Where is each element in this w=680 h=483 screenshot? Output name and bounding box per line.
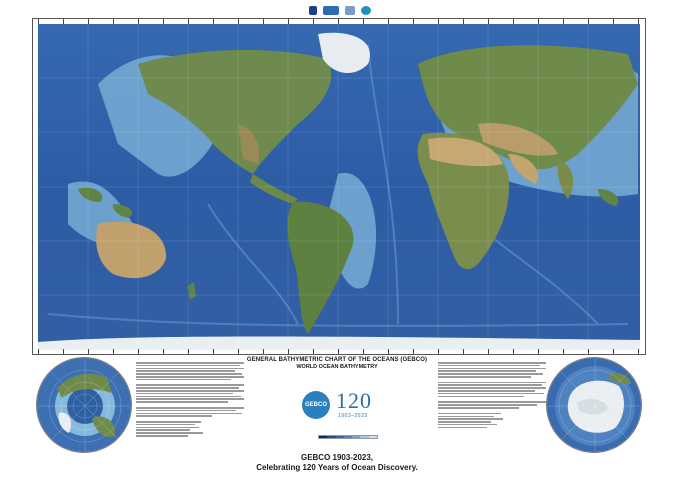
- frame-tick: [438, 349, 439, 354]
- sub-title: WORLD OCEAN BATHYMETRY: [296, 364, 378, 370]
- world-map-sheet: [32, 18, 646, 355]
- antarctic-map-svg: [547, 358, 641, 452]
- frame-tick: [238, 349, 239, 354]
- frame-tick: [413, 349, 414, 354]
- map-frame-ticks-bottom: [38, 349, 640, 354]
- frame-tick: [313, 349, 314, 354]
- frame-tick: [538, 349, 539, 354]
- gebco-logo-icon: GEBCO: [302, 391, 330, 419]
- frame-tick: [138, 349, 139, 354]
- world-map-svg: [38, 24, 640, 350]
- frame-tick: [263, 349, 264, 354]
- main-title: GENERAL BATHYMETRIC CHART OF THE OCEANS …: [246, 357, 428, 363]
- frame-tick: [563, 349, 564, 354]
- anniversary-line-1: GEBCO 1903-2023,: [300, 453, 374, 462]
- frame-tick: [588, 349, 589, 354]
- anniversary-number: 120: [336, 388, 372, 413]
- gebco-seabed-logo: [361, 5, 371, 15]
- frame-tick: [113, 349, 114, 354]
- frame-tick: [213, 349, 214, 354]
- depth-color-legend: [318, 435, 378, 439]
- antarctic-polar-inset[interactable]: [546, 357, 642, 453]
- frame-tick: [638, 349, 639, 354]
- frame-tick: [88, 349, 89, 354]
- world-bathymetry-map[interactable]: [38, 24, 640, 350]
- frame-tick: [613, 349, 614, 354]
- description-text-column: [136, 361, 244, 438]
- arctic-polar-inset[interactable]: [36, 357, 132, 453]
- frame-tick: [163, 349, 164, 354]
- anniversary-years: 1903–2023: [338, 413, 368, 419]
- frame-tick: [488, 349, 489, 354]
- sponsor-logos: [0, 3, 680, 17]
- iho-logo: [309, 5, 317, 15]
- frame-tick: [63, 349, 64, 354]
- frame-tick: [513, 349, 514, 354]
- gebco-120-emblem: GEBCO 120 1903–2023: [302, 388, 392, 423]
- ioc-unesco-logo: [323, 5, 339, 15]
- anniversary-line-2: Celebrating 120 Years of Ocean Discovery…: [256, 463, 418, 472]
- frame-tick: [188, 349, 189, 354]
- frame-tick: [463, 349, 464, 354]
- frame-tick: [363, 349, 364, 354]
- frame-tick: [388, 349, 389, 354]
- lower-panel: GENERAL BATHYMETRIC CHART OF THE OCEANS …: [32, 357, 646, 481]
- frame-tick: [338, 349, 339, 354]
- anniversary-subtitle: GEBCO 1903-2023, Celebrating 120 Years o…: [232, 453, 442, 472]
- notes-text-column: [438, 361, 546, 429]
- frame-tick: [288, 349, 289, 354]
- nippon-foundation-logo: [345, 5, 355, 15]
- arctic-map-svg: [37, 358, 131, 452]
- frame-tick: [38, 349, 39, 354]
- chart-title-block: GENERAL BATHYMETRIC CHART OF THE OCEANS …: [242, 357, 432, 370]
